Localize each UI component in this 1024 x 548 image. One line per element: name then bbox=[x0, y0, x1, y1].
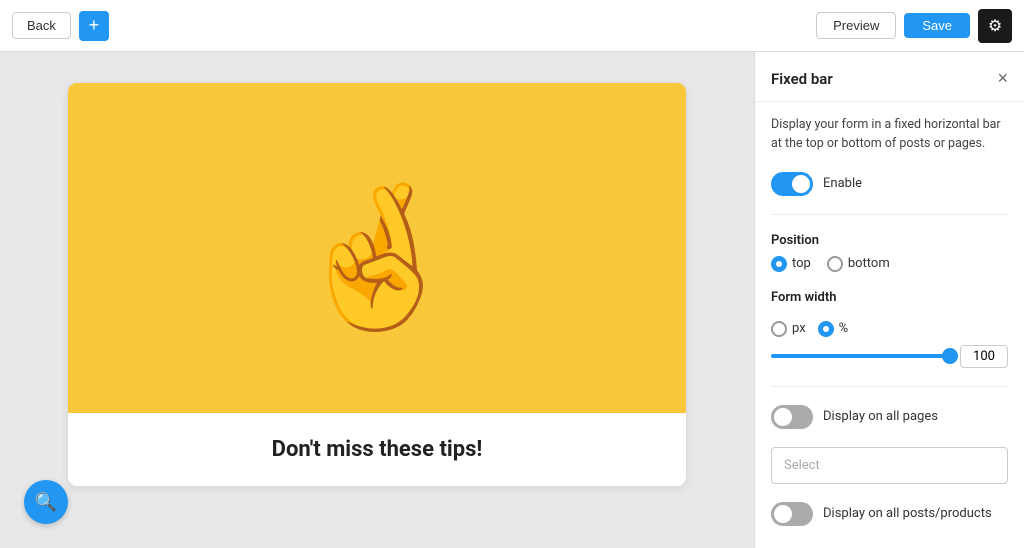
card-emoji: 🤞 bbox=[290, 176, 464, 340]
position-label: Position bbox=[771, 233, 1008, 248]
unit-percent-option[interactable]: % bbox=[818, 321, 849, 337]
search-circle-button[interactable]: 🔍 bbox=[24, 480, 68, 524]
enable-row: Enable bbox=[771, 172, 1008, 196]
add-button[interactable]: + bbox=[79, 11, 109, 41]
position-bottom-label: bottom bbox=[848, 256, 890, 271]
unit-row: px % bbox=[771, 321, 1008, 337]
unit-percent-radio[interactable] bbox=[818, 321, 834, 337]
display-all-pages-knob bbox=[774, 408, 792, 426]
form-width-section: Form width px % 100 bbox=[771, 290, 1008, 368]
display-all-posts-label: Display on all posts/products bbox=[823, 506, 992, 521]
display-all-pages-toggle[interactable] bbox=[771, 405, 813, 429]
display-all-posts-row: Display on all posts/products bbox=[771, 502, 1008, 526]
divider-2 bbox=[771, 386, 1008, 387]
gear-icon: ⚙ bbox=[988, 16, 1002, 36]
slider-row: 100 bbox=[771, 345, 1008, 368]
select-box[interactable]: Select bbox=[771, 447, 1008, 484]
slider-track[interactable] bbox=[771, 354, 950, 358]
toolbar: Back + Preview Save ⚙ bbox=[0, 0, 1024, 52]
toolbar-left: Back + bbox=[12, 11, 109, 41]
display-all-posts-toggle[interactable] bbox=[771, 502, 813, 526]
display-all-pages-label: Display on all pages bbox=[823, 409, 938, 424]
unit-percent-label: % bbox=[839, 321, 849, 336]
save-button[interactable]: Save bbox=[904, 13, 970, 38]
panel-title: Fixed bar bbox=[771, 70, 833, 88]
card-image-area: 🤞 bbox=[68, 83, 686, 413]
position-top-option[interactable]: top bbox=[771, 256, 811, 272]
position-bottom-radio[interactable] bbox=[827, 256, 843, 272]
card-bottom: Don't miss these tips! bbox=[68, 413, 686, 486]
unit-px-radio[interactable] bbox=[771, 321, 787, 337]
position-bottom-option[interactable]: bottom bbox=[827, 256, 890, 272]
settings-button[interactable]: ⚙ bbox=[978, 9, 1012, 43]
display-all-pages-row: Display on all pages bbox=[771, 405, 1008, 429]
position-radio-group: top bottom bbox=[771, 256, 1008, 272]
enable-toggle[interactable] bbox=[771, 172, 813, 196]
divider-1 bbox=[771, 214, 1008, 215]
slider-value[interactable]: 100 bbox=[960, 345, 1008, 368]
back-button[interactable]: Back bbox=[12, 12, 71, 39]
position-top-radio[interactable] bbox=[771, 256, 787, 272]
position-section: Position top bottom bbox=[771, 233, 1008, 272]
panel-description: Display your form in a fixed horizontal … bbox=[771, 116, 1008, 154]
display-all-posts-knob bbox=[774, 505, 792, 523]
position-top-label: top bbox=[792, 256, 811, 271]
form-width-label: Form width bbox=[771, 290, 1008, 305]
preview-button[interactable]: Preview bbox=[816, 12, 896, 39]
canvas-area: 🤞 Don't miss these tips! 🔍 bbox=[0, 52, 754, 548]
panel-header: Fixed bar × bbox=[755, 52, 1024, 102]
slider-thumb[interactable] bbox=[942, 348, 958, 364]
enable-label: Enable bbox=[823, 176, 862, 191]
panel-close-button[interactable]: × bbox=[997, 68, 1008, 89]
form-card: 🤞 Don't miss these tips! bbox=[67, 82, 687, 487]
right-panel: Fixed bar × Display your form in a fixed… bbox=[754, 52, 1024, 548]
unit-px-label: px bbox=[792, 321, 806, 336]
toolbar-right: Preview Save ⚙ bbox=[816, 9, 1012, 43]
card-title: Don't miss these tips! bbox=[92, 437, 662, 462]
main-area: 🤞 Don't miss these tips! 🔍 Fixed bar × D… bbox=[0, 52, 1024, 548]
toggle-knob bbox=[792, 175, 810, 193]
unit-px-option[interactable]: px bbox=[771, 321, 806, 337]
search-icon: 🔍 bbox=[35, 492, 57, 513]
panel-body: Display your form in a fixed horizontal … bbox=[755, 102, 1024, 540]
